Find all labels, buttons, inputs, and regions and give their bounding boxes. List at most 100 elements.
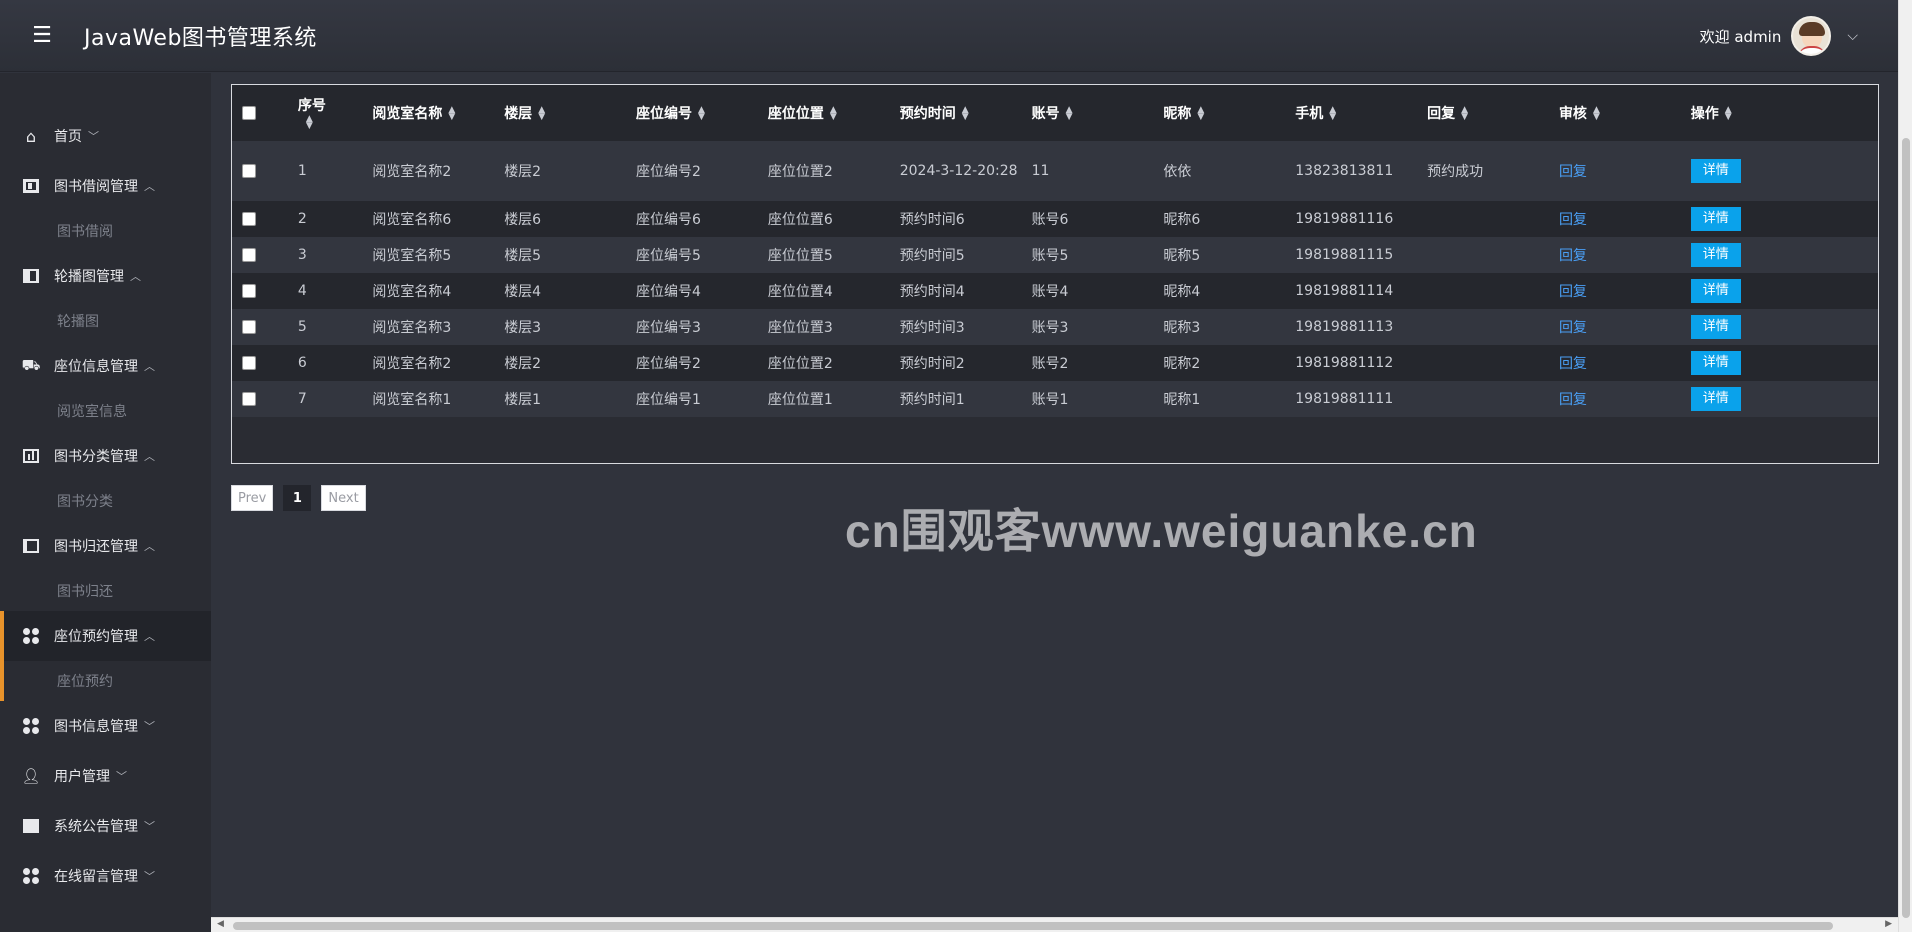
row-checkbox[interactable] [242,164,256,178]
sidebar-item[interactable]: 座位预约管理 ︿ [0,611,211,661]
column-header[interactable]: 楼层 ▲ ▼ [504,85,637,141]
reply-link[interactable]: 回复 [1559,212,1587,228]
sidebar-subitem[interactable]: 阅览室信息 [0,391,211,431]
reply-link[interactable]: 回复 [1559,248,1587,264]
sidebar-item[interactable]: 👤︎ 用户管理 ﹀ [0,751,211,801]
sort-icon[interactable]: ▲ ▼ [306,115,313,131]
table-cell: 昵称1 [1163,392,1201,408]
sidebar-item[interactable]: 图书归还管理 ︿ [0,521,211,571]
column-header[interactable]: 序号 ▲ ▼ [297,85,373,141]
chevron-down-icon: ﹀ [144,820,155,833]
table-cell: 13823813811 [1295,163,1394,179]
scroll-right-icon[interactable]: ▶ [1885,919,1892,929]
row-checkbox[interactable] [242,284,256,298]
column-header-label: 预约时间 [899,106,956,122]
table-cell [1427,201,1559,237]
chevron-down-icon: ﹀ [144,870,155,883]
sort-icon[interactable]: ▲ ▼ [448,106,455,122]
sidebar-subitem[interactable]: 轮播图 [0,301,211,341]
row-checkbox[interactable] [242,212,256,226]
avatar[interactable] [1791,16,1832,56]
scroll-left-icon[interactable]: ◀ [217,919,224,929]
reply-link[interactable]: 回复 [1559,320,1587,336]
user-menu[interactable]: 欢迎 admin ⌵ [1700,0,1858,72]
column-header[interactable]: 回复 ▲ ▼ [1427,85,1559,141]
select-all-checkbox[interactable] [242,106,256,120]
detail-button[interactable]: 详情 [1690,351,1741,375]
table-cell: 详情 [1690,237,1878,273]
detail-button[interactable]: 详情 [1690,315,1741,339]
detail-button[interactable]: 详情 [1690,207,1741,231]
sidebar-group: 系统公告管理 ﹀ [0,801,211,851]
sidebar-subitem[interactable]: 图书分类 [0,481,211,521]
sort-icon[interactable]: ▲ ▼ [1461,106,1468,122]
table-cell [1427,273,1559,309]
column-header[interactable]: 审核 ▲ ▼ [1558,85,1691,141]
reply-link[interactable]: 回复 [1559,356,1587,372]
welcome-text: 欢迎 admin [1699,27,1782,46]
sidebar-group: 图书借阅管理 ︿ 图书借阅 [0,161,211,251]
sidebar-item[interactable]: ⛟ 座位信息管理 ︿ [0,341,211,391]
grid-icon [22,627,40,645]
next-page-button[interactable]: Next [321,485,366,511]
sort-icon[interactable]: ▲ ▼ [1593,106,1600,122]
table-cell: 座位编号1 [636,392,701,408]
column-header[interactable]: 手机 ▲ ▼ [1295,85,1428,141]
row-checkbox[interactable] [242,248,256,262]
column-header[interactable]: 操作 ▲ ▼ [1690,85,1878,141]
reply-link[interactable]: 回复 [1559,164,1587,180]
reply-link[interactable]: 回复 [1559,284,1587,300]
sidebar-item[interactable]: 图书信息管理 ﹀ [0,701,211,751]
seat-reservation-table: 序号 ▲ ▼ 阅览室名称 ▲ ▼ 楼层 ▲ ▼ 座位编号 ▲ ▼ 座位位置 ▲ ▼ 预约时间 ▲ ▼ 账号 ▲ ▼ 昵称 ▲… [231,84,1879,464]
table-cell: 回复 [1559,345,1691,381]
row-select-cell [232,345,298,381]
table-cell: 3 [297,247,307,263]
sidebar-item-label: 座位预约管理 [54,629,138,645]
sort-icon[interactable]: ▲ ▼ [1197,106,1204,122]
sidebar-item[interactable]: 在线留言管理 ﹀ [0,851,211,901]
detail-button[interactable]: 详情 [1690,159,1741,183]
column-header[interactable]: 座位位置 ▲ ▼ [767,85,900,141]
table-cell: 昵称2 [1163,356,1201,372]
sidebar-group: 图书信息管理 ﹀ [0,701,211,751]
table-cell: 账号4 [1031,284,1069,300]
sidebar-subitem[interactable]: 座位预约 [0,661,211,701]
current-page-button[interactable]: 1 [283,485,312,511]
sidebar-item[interactable]: ⌂ 首页 ﹀ [0,111,211,161]
sidebar-group: 在线留言管理 ﹀ [0,851,211,901]
sidebar-group: 图书分类管理 ︿ 图书分类 [0,431,211,521]
sidebar-subitem[interactable]: 图书归还 [0,571,211,611]
sidebar-subitem[interactable]: 图书借阅 [0,211,211,251]
sidebar-item[interactable]: 图书借阅管理 ︿ [0,161,211,211]
table-cell: 5 [297,319,307,335]
sidebar-item[interactable]: 图书分类管理 ︿ [0,431,211,481]
sidebar-item[interactable]: 系统公告管理 ﹀ [0,801,211,851]
column-header[interactable]: 座位编号 ▲ ▼ [636,85,768,141]
column-header[interactable]: 昵称 ▲ ▼ [1163,85,1296,141]
sort-icon[interactable]: ▲ ▼ [538,106,545,122]
sort-icon[interactable]: ▲ ▼ [1066,106,1073,122]
sidebar-item[interactable]: 轮播图管理 ︿ [0,251,211,301]
horizontal-scrollbar[interactable]: ◀ ▶ [211,917,1898,932]
chevron-down-icon[interactable]: ⌵ [1847,28,1858,44]
detail-button[interactable]: 详情 [1690,279,1741,303]
sort-icon[interactable]: ▲ ▼ [830,106,837,122]
column-header[interactable]: 预约时间 ▲ ▼ [899,85,1032,141]
row-checkbox[interactable] [242,392,256,406]
vertical-scrollbar[interactable] [1898,0,1912,932]
reply-link[interactable]: 回复 [1559,392,1587,408]
sort-icon[interactable]: ▲ ▼ [1329,106,1336,122]
column-header[interactable]: 阅览室名称 ▲ ▼ [372,85,505,141]
table-cell: 回复 [1559,237,1691,273]
row-checkbox[interactable] [242,320,256,334]
menu-toggle-icon[interactable]: ☰ [0,0,84,72]
column-header-label: 序号 [297,98,326,114]
prev-page-button[interactable]: Prev [231,485,274,511]
sort-icon[interactable]: ▲ ▼ [962,106,969,122]
detail-button[interactable]: 详情 [1690,243,1741,267]
sort-icon[interactable]: ▲ ▼ [1725,106,1732,122]
column-header[interactable]: 账号 ▲ ▼ [1031,85,1164,141]
detail-button[interactable]: 详情 [1690,387,1741,411]
row-checkbox[interactable] [242,356,256,370]
sort-icon[interactable]: ▲ ▼ [698,106,705,122]
